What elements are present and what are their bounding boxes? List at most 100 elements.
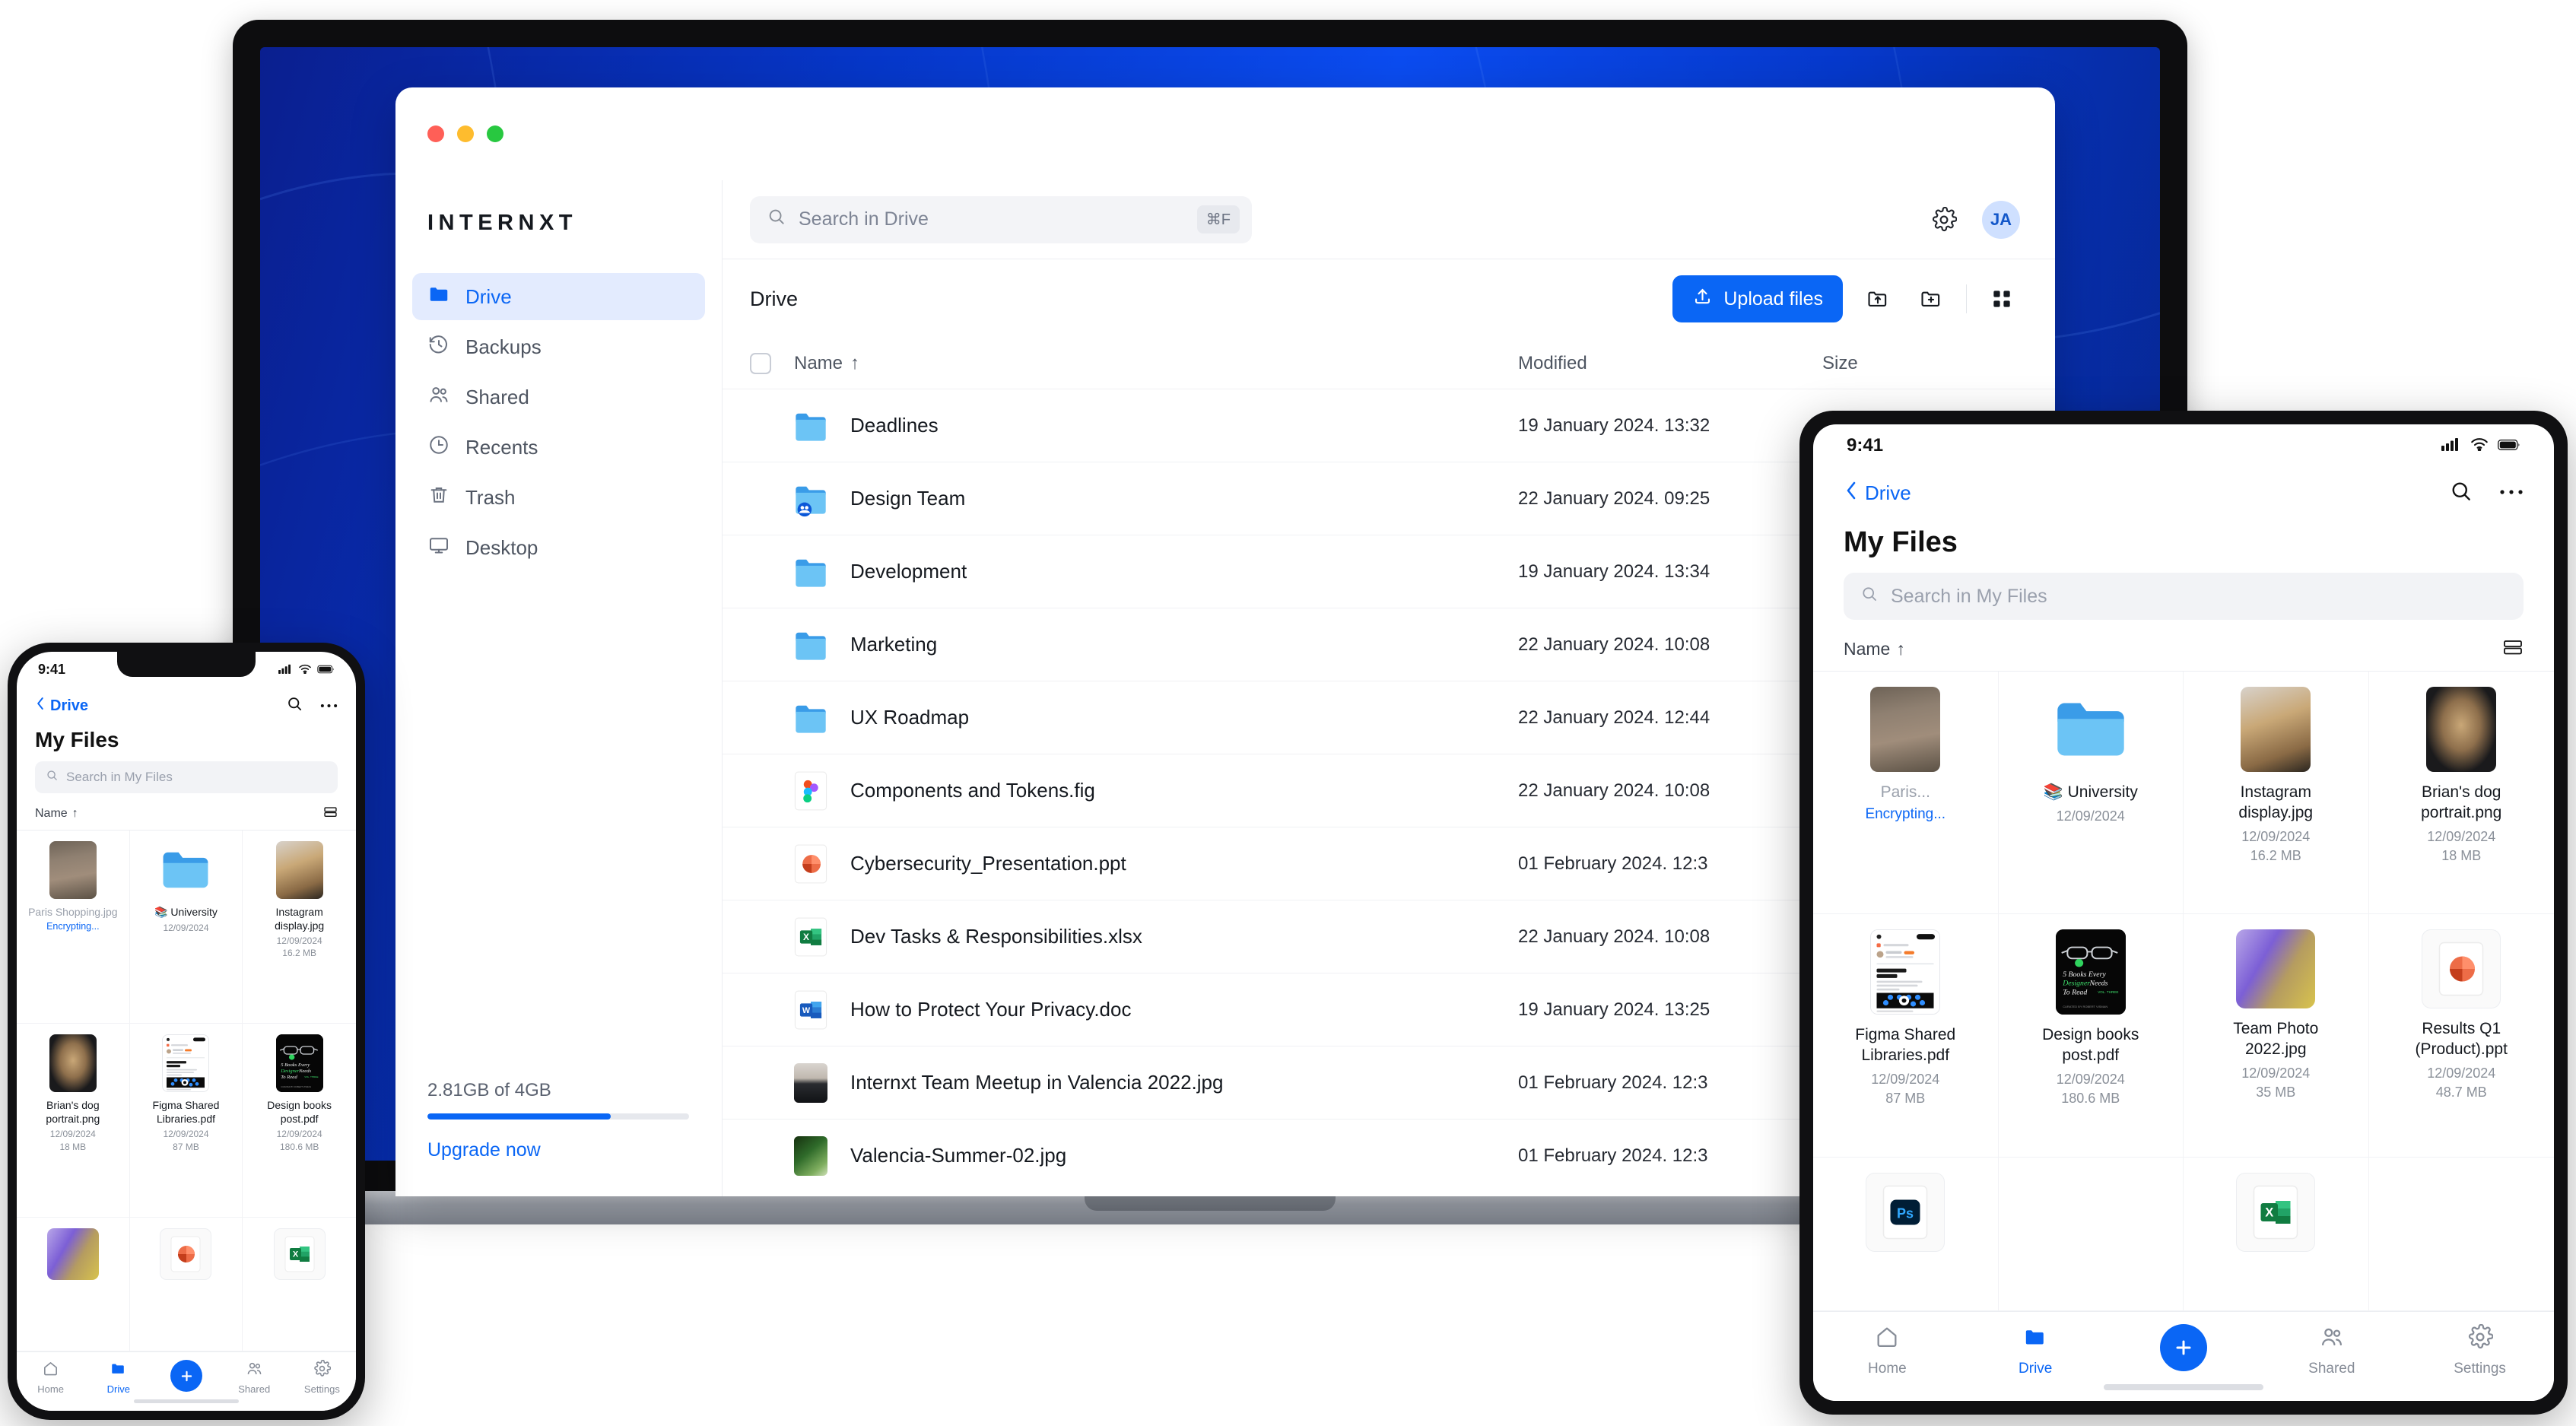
column-header-modified[interactable]: Modified bbox=[1518, 353, 1822, 374]
file-grid-item[interactable]: 📚 University 12/09/2024 bbox=[1998, 672, 2184, 915]
more-icon[interactable] bbox=[320, 699, 338, 713]
file-grid-item[interactable]: Team Photo 2022.jpg 12/09/2024 35 MB bbox=[2184, 914, 2369, 1158]
file-grid-item[interactable]: 📚 University 12/09/2024 bbox=[129, 831, 243, 1024]
tab-shared[interactable]: Shared bbox=[2257, 1324, 2406, 1377]
window-titlebar bbox=[395, 87, 2055, 180]
back-to-drive-button[interactable]: Drive bbox=[1844, 479, 1911, 507]
photoshop-file-icon: Ps bbox=[1866, 1172, 1945, 1252]
tab-shared[interactable]: Shared bbox=[221, 1360, 288, 1395]
search-icon[interactable] bbox=[286, 695, 303, 716]
tab-label: Shared bbox=[238, 1383, 271, 1395]
breadcrumb[interactable]: Drive bbox=[750, 287, 798, 311]
select-all-checkbox[interactable] bbox=[750, 353, 771, 374]
search-input[interactable]: Search in My Files bbox=[1844, 573, 2524, 620]
file-grid-item[interactable] bbox=[17, 1217, 130, 1351]
file-name: Valencia-Summer-02.jpg bbox=[850, 1144, 1067, 1167]
wifi-icon bbox=[2470, 435, 2489, 456]
more-icon[interactable] bbox=[2499, 486, 2524, 500]
svg-text:CURATED BY ROBERT VISMAN: CURATED BY ROBERT VISMAN bbox=[281, 1086, 311, 1089]
document-thumbnail bbox=[1870, 929, 1941, 1015]
back-to-drive-button[interactable]: Drive bbox=[35, 695, 88, 716]
file-grid-item[interactable]: X bbox=[2184, 1157, 2369, 1311]
avatar[interactable]: JA bbox=[1982, 200, 2020, 239]
people-icon bbox=[2319, 1324, 2345, 1355]
file-name: Instagram display.jpg bbox=[275, 906, 325, 932]
column-header-name[interactable]: Name bbox=[794, 353, 843, 374]
tab-create[interactable] bbox=[152, 1360, 220, 1392]
powerpoint-file-icon bbox=[794, 844, 827, 884]
file-grid: Paris Shopping.jpg Encrypting... 📚 Univers… bbox=[17, 831, 356, 1351]
file-grid-item[interactable] bbox=[129, 1217, 243, 1351]
cellular-icon bbox=[278, 662, 293, 678]
minimize-icon[interactable] bbox=[457, 125, 474, 142]
file-modified: 22 January 2024. 12:44 bbox=[1518, 707, 1710, 728]
sidebar-nav: Drive Backups Shared Recents Trash Deskt… bbox=[395, 259, 722, 571]
sidebar-item-trash[interactable]: Trash bbox=[412, 474, 705, 521]
search-icon[interactable] bbox=[2449, 479, 2473, 507]
file-grid-item[interactable]: Brian's dog portrait.png 12/09/2024 18 MB bbox=[2368, 672, 2554, 915]
file-name: Design books post.pdf bbox=[2042, 1026, 2139, 1065]
list-view-icon[interactable] bbox=[323, 805, 338, 822]
sidebar-item-backups[interactable]: Backups bbox=[412, 323, 705, 370]
tab-drive[interactable]: Drive bbox=[1961, 1324, 2110, 1377]
new-folder-icon[interactable] bbox=[1913, 281, 1949, 317]
search-input[interactable]: Search in My Files bbox=[35, 761, 338, 793]
sidebar-item-recents[interactable]: Recents bbox=[412, 424, 705, 471]
upload-files-button[interactable]: Upload files bbox=[1672, 275, 1843, 322]
svg-text:VOL. THREE: VOL. THREE bbox=[2098, 990, 2118, 994]
file-meta: 12/09/2024 87 MB bbox=[163, 1129, 209, 1152]
file-meta: 12/09/2024 bbox=[163, 922, 209, 933]
folder-icon bbox=[2056, 687, 2126, 772]
tab-create[interactable] bbox=[2110, 1324, 2258, 1371]
tab-home[interactable]: Home bbox=[1813, 1324, 1961, 1377]
plus-icon bbox=[170, 1360, 202, 1392]
close-icon[interactable] bbox=[427, 125, 444, 142]
window-traffic-lights bbox=[395, 125, 503, 142]
sidebar-item-label: Recents bbox=[465, 435, 538, 459]
list-view-icon[interactable] bbox=[2502, 638, 2524, 660]
svg-text:X: X bbox=[292, 1250, 298, 1259]
tab-settings[interactable]: Settings bbox=[2406, 1323, 2554, 1377]
sort-by-name-button[interactable]: Name ↑ bbox=[1844, 639, 1905, 659]
svg-text:To Read: To Read bbox=[2063, 989, 2087, 997]
sidebar-item-desktop[interactable]: Desktop bbox=[412, 524, 705, 571]
file-grid-item[interactable]: Ps bbox=[1813, 1157, 1999, 1311]
file-meta: 12/09/2024 180.6 MB bbox=[2056, 1072, 2125, 1107]
search-input[interactable]: Search in Drive ⌘F bbox=[750, 195, 1252, 243]
tablet-screen: 9:41 Drive My Files Search in My Files N… bbox=[1813, 424, 2554, 1401]
file-grid-item[interactable]: Instagram display.jpg 12/09/2024 16.2 MB bbox=[2184, 672, 2369, 915]
tab-home[interactable]: Home bbox=[17, 1360, 84, 1395]
file-grid-item[interactable]: Figma Shared Libraries.pdf 12/09/2024 87 M… bbox=[1813, 914, 1999, 1158]
powerpoint-file-icon bbox=[2422, 929, 2501, 1009]
column-header-size[interactable]: Size bbox=[1822, 353, 2020, 374]
file-grid-item[interactable]: Instagram display.jpg 12/09/2024 16.2 MB bbox=[243, 831, 356, 1024]
upgrade-now-link[interactable]: Upgrade now bbox=[427, 1139, 722, 1161]
file-grid-item[interactable]: 5 Books Every Designer Needs To Read VOL. TH… bbox=[1998, 914, 2184, 1158]
sidebar-item-drive[interactable]: Drive bbox=[412, 273, 705, 320]
file-grid-item[interactable]: 5 Books Every Designer Needs To Read VOL. TH… bbox=[243, 1024, 356, 1218]
tab-label: Drive bbox=[2019, 1361, 2053, 1377]
svg-text:5 Books Every: 5 Books Every bbox=[281, 1063, 310, 1069]
image-thumbnail bbox=[2236, 929, 2316, 1009]
file-modified: 01 February 2024. 12:3 bbox=[1518, 1072, 1708, 1093]
tab-settings[interactable]: Settings bbox=[288, 1359, 356, 1395]
file-grid-item[interactable]: X bbox=[243, 1218, 356, 1351]
sort-by-name-button[interactable]: Name ↑ bbox=[35, 807, 78, 821]
gear-icon[interactable] bbox=[1926, 202, 1962, 238]
upload-folder-icon[interactable] bbox=[1860, 281, 1896, 317]
monitor-icon bbox=[427, 534, 450, 562]
status-badge: Encrypting... bbox=[1865, 805, 1946, 822]
file-grid-item[interactable]: Paris... Encrypting... bbox=[1813, 672, 1999, 915]
tab-drive[interactable]: Drive bbox=[84, 1360, 152, 1395]
svg-text:W: W bbox=[802, 1005, 811, 1015]
file-name: Cybersecurity_Presentation.ppt bbox=[850, 852, 1126, 875]
sidebar-item-shared[interactable]: Shared bbox=[412, 373, 705, 421]
grid-view-icon[interactable] bbox=[1984, 281, 2020, 317]
maximize-icon[interactable] bbox=[487, 125, 503, 142]
phone-notch bbox=[117, 652, 256, 677]
file-grid-item[interactable]: Paris Shopping.jpg Encrypting... bbox=[17, 831, 130, 1024]
chevron-left-icon bbox=[1844, 479, 1859, 507]
file-grid-item[interactable]: Results Q1 (Product).ppt 12/09/2024 48.7 M… bbox=[2368, 914, 2554, 1158]
file-grid-item[interactable]: Brian's dog portrait.png 12/09/2024 18 MB bbox=[17, 1024, 130, 1218]
file-grid-item[interactable]: Figma Shared Libraries.pdf 12/09/2024 87 M… bbox=[129, 1024, 243, 1218]
